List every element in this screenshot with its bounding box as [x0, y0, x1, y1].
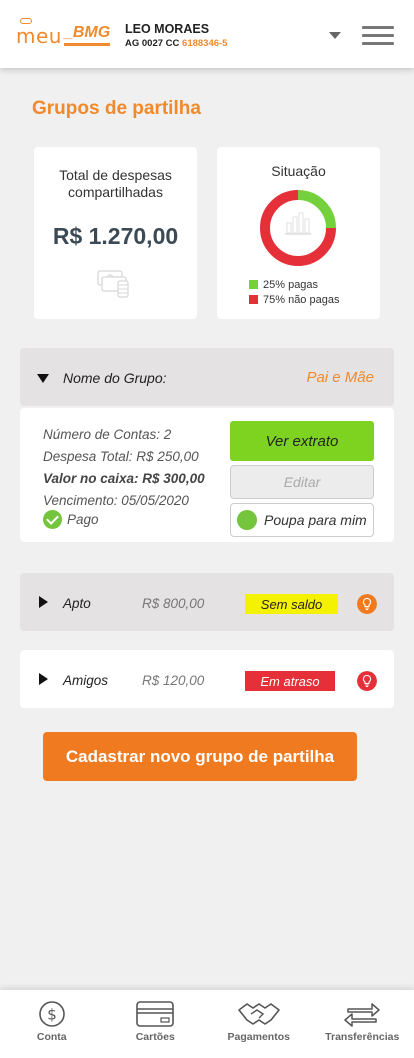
- cash-value: Valor no caixa: R$ 300,00: [43, 471, 205, 486]
- account-number: 6188346-5: [182, 38, 228, 49]
- user-name[interactable]: LEO MORAES: [125, 22, 209, 36]
- legend-paid: 25% pagas: [249, 277, 339, 292]
- toggle-indicator-icon: [237, 510, 257, 530]
- legend-label-unpaid: 75% não pagas: [263, 293, 340, 306]
- tab-label: Conta: [36, 1031, 67, 1043]
- group-row-name: Amigos: [63, 673, 109, 688]
- lightbulb-icon[interactable]: [357, 594, 377, 614]
- status-badge: Sem saldo: [245, 594, 338, 614]
- legend-label-paid: 25% pagas: [263, 278, 319, 291]
- expand-arrow-icon[interactable]: [39, 596, 48, 608]
- total-expenses-label: Total de despesas compartilhadas: [59, 167, 172, 200]
- group-info: Número de Contas: 2 Despesa Total: R$ 25…: [43, 424, 205, 512]
- group-details: Número de Contas: 2 Despesa Total: R$ 25…: [20, 408, 394, 542]
- app-header: meu _BMG LEO MORAES AG 0027 CC 6188346-5: [0, 0, 414, 68]
- logo-mark-icon: [20, 18, 32, 24]
- dollar-circle-icon: $: [38, 1001, 65, 1027]
- tab-label: Pagamentos: [227, 1031, 290, 1043]
- status-card: Situação 25% pagas 75% não pagas: [217, 147, 380, 319]
- status-label: Situação: [271, 163, 326, 179]
- group-row-amount: R$ 800,00: [142, 596, 205, 611]
- legend-swatch-paid: [249, 280, 258, 289]
- paid-status: Pago: [43, 510, 99, 529]
- svg-text:$: $: [47, 1006, 57, 1024]
- edit-button[interactable]: Editar: [230, 465, 374, 499]
- create-group-button[interactable]: Cadastrar novo grupo de partilha: [43, 732, 357, 781]
- chart-placeholder-icon: [285, 212, 311, 235]
- group-row-name: Apto: [63, 596, 91, 611]
- legend-unpaid: 75% não pagas: [249, 292, 339, 307]
- view-statement-button[interactable]: Ver extrato: [230, 421, 374, 461]
- group-header-expanded[interactable]: Nome do Grupo: Pai e Mãe: [20, 348, 394, 406]
- money-icon: [97, 270, 129, 298]
- status-donut-chart: [260, 190, 336, 266]
- arrows-swap-icon: [344, 1003, 380, 1027]
- group-name-label: Nome do Grupo:: [63, 370, 167, 386]
- bmg-logo[interactable]: meu _BMG: [16, 18, 111, 48]
- hamburger-menu-icon[interactable]: [362, 26, 394, 46]
- group-row-amigos[interactable]: Amigos R$ 120,00 Em atraso: [20, 650, 394, 708]
- tab-conta[interactable]: $ Conta: [0, 990, 104, 1058]
- check-icon: [43, 510, 62, 529]
- total-expenses-amount: R$ 1.270,00: [52, 223, 179, 249]
- status-badge: Em atraso: [245, 671, 335, 691]
- page-title: Grupos de partilha: [32, 98, 201, 119]
- paid-label: Pago: [67, 512, 99, 527]
- legend-swatch-unpaid: [249, 295, 258, 304]
- tab-pagamentos[interactable]: Pagamentos: [207, 990, 311, 1058]
- group-row-amount: R$ 120,00: [142, 673, 205, 688]
- logo-text-bmg: _BMG: [63, 23, 111, 46]
- group-row-apto[interactable]: Apto R$ 800,00 Sem saldo: [20, 573, 394, 631]
- total-expense: Despesa Total: R$ 250,00: [43, 449, 199, 464]
- handshake-icon: [237, 1003, 280, 1025]
- collapse-arrow-icon[interactable]: [37, 374, 49, 383]
- account-dropdown-icon[interactable]: [329, 32, 341, 39]
- accounts-count: Número de Contas: 2: [43, 427, 172, 442]
- tab-label: Transferências: [325, 1031, 400, 1043]
- tab-cartoes[interactable]: Cartões: [104, 990, 208, 1058]
- total-expenses-card: Total de despesas compartilhadas R$ 1.27…: [34, 147, 197, 319]
- save-for-me-toggle[interactable]: Poupa para mim: [230, 503, 374, 537]
- chart-legend: 25% pagas 75% não pagas: [249, 277, 339, 307]
- tab-label: Cartões: [135, 1031, 175, 1043]
- lightbulb-icon[interactable]: [357, 671, 377, 691]
- tab-transferencias[interactable]: Transferências: [311, 990, 414, 1058]
- account-prefix: AG 0027 CC: [125, 38, 180, 49]
- logo-text-meu: meu: [16, 24, 62, 48]
- card-icon: [136, 1001, 175, 1027]
- expand-arrow-icon[interactable]: [39, 673, 48, 685]
- group-name: Pai e Mãe: [306, 369, 374, 386]
- account-info: AG 0027 CC 6188346-5: [125, 38, 227, 49]
- due-date: Vencimento: 05/05/2020: [43, 493, 189, 508]
- bottom-tab-bar: $ Conta Cartões Pagamentos Transferência…: [0, 990, 414, 1058]
- save-for-me-label: Poupa para mim: [264, 512, 367, 528]
